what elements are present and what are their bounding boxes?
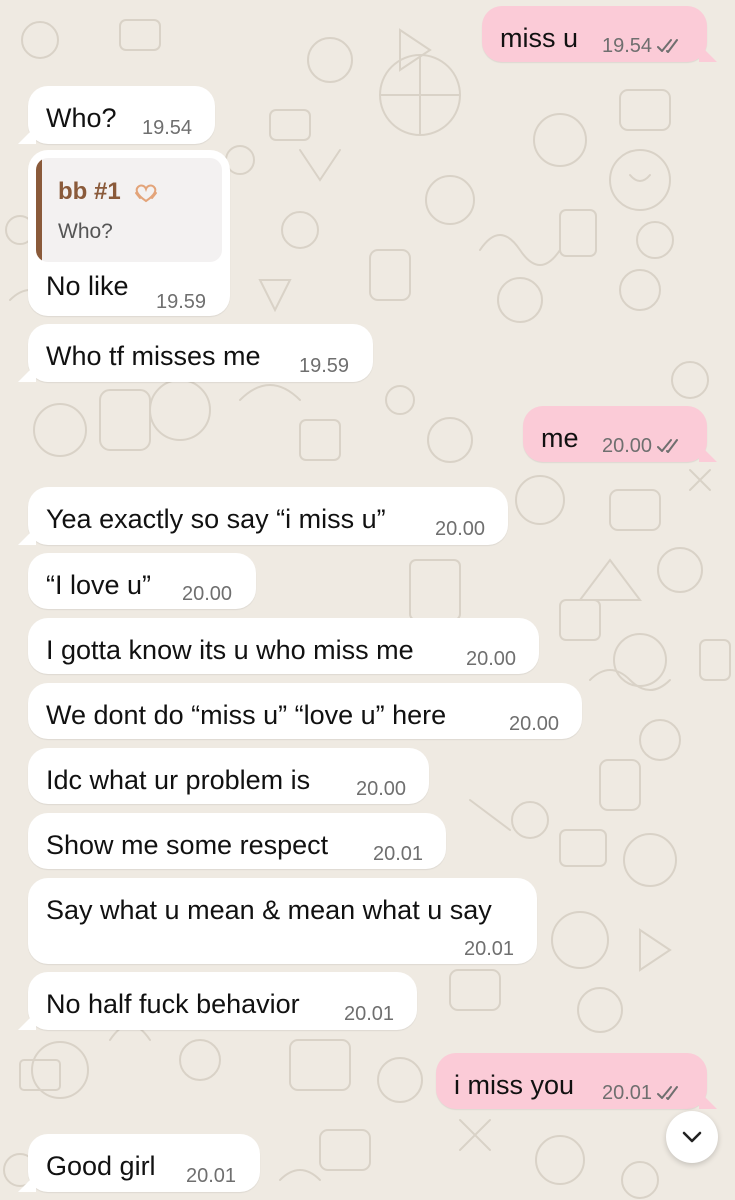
message-time: 19.54 [602, 35, 653, 57]
message-time: 20.00 [182, 583, 233, 605]
message-text: Show me some respect [46, 830, 329, 860]
quoted-sender-name: bb #1 [58, 178, 121, 205]
outgoing-message[interactable]: me 20.00 [523, 406, 717, 462]
message-meta: 20.00 [602, 430, 683, 462]
incoming-message[interactable]: Idc what ur problem is 20.00 [28, 748, 429, 804]
message-text: me [541, 423, 579, 453]
message-time: 20.00 [466, 648, 517, 670]
message-time: 19.54 [142, 117, 193, 139]
incoming-message[interactable]: I gotta know its u who miss me 20.00 [28, 618, 539, 674]
message-meta: 20.01 [602, 1077, 683, 1109]
message-text: Say what u mean & mean what u say [46, 895, 492, 925]
message-text: Yea exactly so say “i miss u” [46, 504, 386, 534]
double-check-read-icon [657, 439, 679, 453]
message-text: We dont do “miss u” “love u” here [46, 700, 447, 730]
incoming-message[interactable]: Yea exactly so say “i miss u” 20.00 [18, 487, 508, 545]
heart-hands-icon [135, 184, 158, 202]
incoming-message[interactable]: Who tf misses me 19.59 [18, 324, 373, 382]
quoted-text: Who? [58, 220, 113, 243]
message-meta: 19.54 [602, 30, 683, 62]
quoted-message[interactable]: bb #1 Who? [36, 158, 222, 262]
scroll-to-bottom-button[interactable] [666, 1111, 718, 1163]
message-text: miss u [500, 23, 579, 53]
message-time: 20.01 [186, 1165, 237, 1187]
outgoing-message[interactable]: miss u 19.54 [482, 6, 717, 62]
incoming-message[interactable]: No half fuck behavior 20.01 [18, 972, 417, 1030]
message-text: No half fuck behavior [46, 989, 300, 1019]
double-check-read-icon [657, 39, 679, 53]
message-time: 20.01 [602, 1082, 653, 1104]
incoming-message[interactable]: Good girl 20.01 [18, 1134, 260, 1192]
incoming-message[interactable]: “I love u” 20.00 [28, 553, 256, 609]
double-check-read-icon [657, 1086, 679, 1100]
message-list: miss u 19.54 Who? 19.54 bb #1 Who? No li… [0, 0, 735, 1200]
message-time: 20.00 [602, 435, 653, 457]
message-time: 20.00 [356, 778, 407, 800]
message-time: 20.01 [344, 1003, 395, 1025]
message-text: I gotta know its u who miss me [46, 635, 414, 665]
message-text: No like [46, 271, 129, 301]
message-text: i miss you [454, 1070, 575, 1100]
message-text: “I love u” [46, 570, 152, 600]
incoming-message-reply[interactable]: bb #1 Who? No like 19.59 [28, 150, 230, 316]
incoming-message[interactable]: We dont do “miss u” “love u” here 20.00 [28, 683, 582, 739]
outgoing-message[interactable]: i miss you 20.01 [436, 1053, 717, 1109]
message-time: 20.01 [373, 843, 424, 865]
message-text: Good girl [46, 1151, 156, 1181]
incoming-message[interactable]: Show me some respect 20.01 [28, 813, 446, 869]
chevron-down-icon [682, 1131, 702, 1143]
message-text: Who tf misses me [46, 341, 261, 371]
message-time: 19.59 [299, 355, 350, 377]
incoming-message[interactable]: Say what u mean & mean what u say 20.01 [28, 878, 537, 964]
message-time: 19.59 [156, 291, 207, 313]
message-time: 20.00 [509, 713, 560, 735]
incoming-message[interactable]: Who? 19.54 [18, 86, 215, 144]
message-time: 20.00 [435, 518, 486, 540]
quote-accent-bar [36, 158, 42, 262]
message-text: Who? [46, 103, 117, 133]
message-text: Idc what ur problem is [46, 765, 311, 795]
message-time: 20.01 [464, 938, 515, 960]
